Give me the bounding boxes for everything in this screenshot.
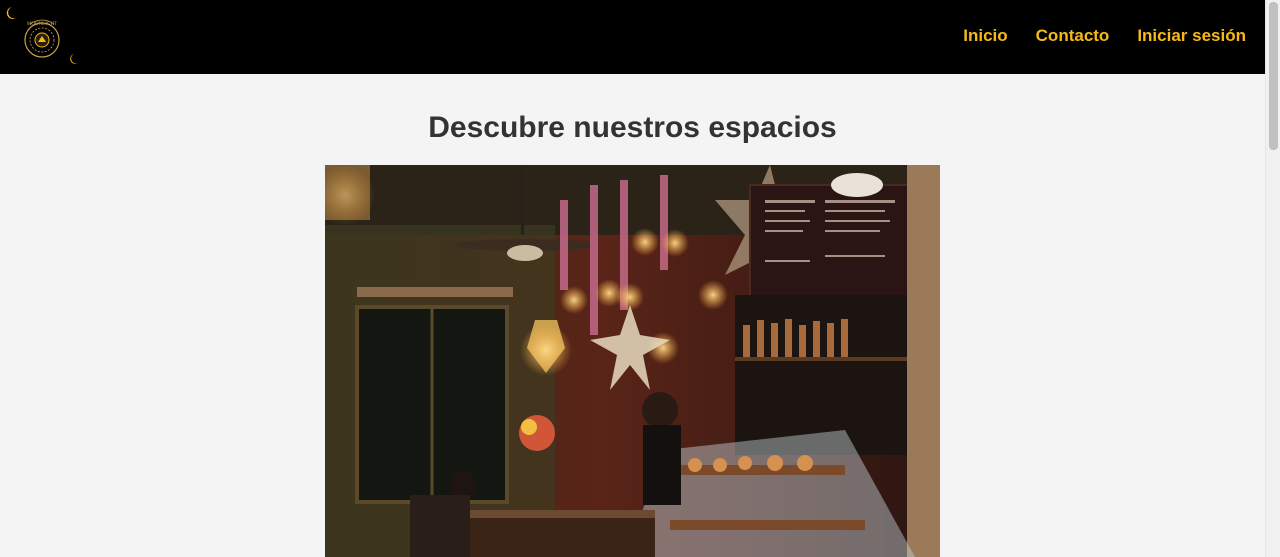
nav-link-iniciar-sesion[interactable]: Iniciar sesión [1137,26,1246,46]
crescent-moon-icon [70,54,78,64]
page-title: Descubre nuestros espacios [428,111,837,144]
cafe-interior-photo [325,165,940,557]
nav-link-inicio[interactable]: Inicio [963,26,1007,46]
top-navbar: MOONLIGHT Inicio Contacto Iniciar sesión [0,0,1265,74]
nav-link-contacto[interactable]: Contacto [1036,26,1110,46]
logo-text: MOONLIGHT [27,22,57,27]
nav-links: Inicio Contacto Iniciar sesión [963,26,1246,46]
moonlight-logo[interactable]: MOONLIGHT [2,2,82,68]
crescent-moon-icon [6,7,16,19]
page-scrollbar[interactable] [1265,0,1280,557]
cafe-interior-image [325,165,940,557]
scrollbar-thumb[interactable] [1269,2,1278,150]
